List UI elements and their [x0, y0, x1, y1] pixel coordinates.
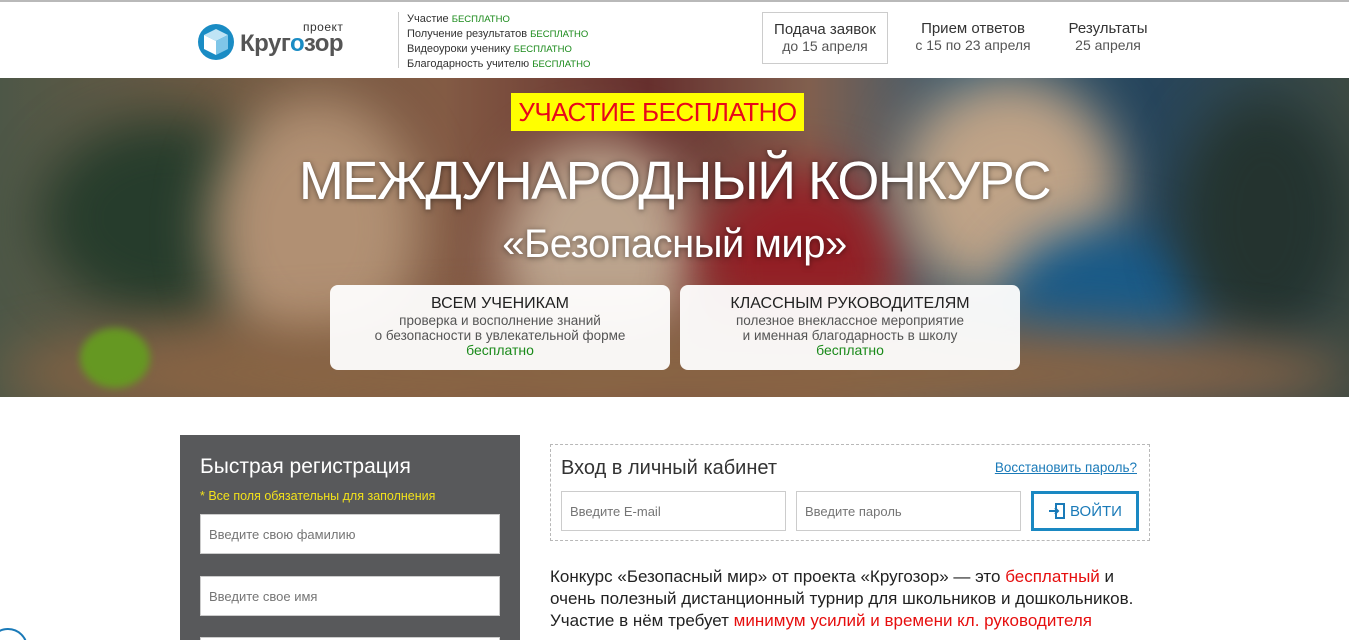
login-button[interactable]: ВОЙТИ [1031, 491, 1139, 531]
header-divider [398, 12, 399, 68]
feature-item: Получение результатов бесплатно [407, 28, 589, 40]
card-teachers: КЛАССНЫМ РУКОВОДИТЕЛЯМ полезное внекласс… [680, 285, 1020, 370]
feature-item: Благодарность учителю бесплатно [407, 58, 591, 70]
name-input[interactable] [200, 576, 500, 616]
hero-banner: УЧАСТИЕ БЕСПЛАТНО МЕЖДУНАРОДНЫЙ КОНКУРС … [0, 78, 1349, 397]
sign-in-icon [1049, 503, 1066, 519]
registration-note: * Все поля обязательны для заполнения [200, 489, 436, 503]
step-answers[interactable]: Прием ответов с 15 по 23 апреля [900, 12, 1046, 64]
step-applications[interactable]: Подача заявок до 15 апреля [762, 12, 888, 64]
restore-password-link[interactable]: Восстановить пароль? [995, 460, 1137, 475]
feature-item: Участие бесплатно [407, 13, 510, 25]
surname-input[interactable] [200, 514, 500, 554]
description-text: Конкурс «Безопасный мир» от проекта «Кру… [550, 567, 1134, 630]
registration-title: Быстрая регистрация [200, 455, 411, 478]
feature-list: Участие бесплатно Получение результатов … [407, 12, 590, 72]
step-results[interactable]: Результаты 25 апреля [1058, 12, 1158, 64]
logo-big-text: Кругозор [240, 30, 344, 57]
password-input[interactable] [796, 491, 1021, 531]
cube-logo-icon [198, 24, 234, 60]
registration-panel: Быстрая регистрация * Все поля обязатель… [180, 435, 520, 640]
login-box: Вход в личный кабинет Восстановить парол… [550, 444, 1150, 541]
hero-title: МЕЖДУНАРОДНЫЙ КОНКУРС [298, 151, 1052, 211]
free-participation-badge: УЧАСТИЕ БЕСПЛАТНО [511, 93, 804, 131]
hero-subtitle: «Безопасный мир» [502, 222, 847, 266]
email-input[interactable] [561, 491, 786, 531]
chat-widget-icon[interactable] [0, 628, 28, 640]
logo[interactable]: проект Кругозор [197, 20, 367, 64]
header: проект Кругозор Участие бесплатно Получе… [0, 2, 1349, 78]
feature-item: Видеоуроки ученику бесплатно [407, 43, 572, 55]
login-title: Вход в личный кабинет [561, 457, 777, 479]
card-students: ВСЕМ УЧЕНИКАМ проверка и восполнение зна… [330, 285, 670, 370]
